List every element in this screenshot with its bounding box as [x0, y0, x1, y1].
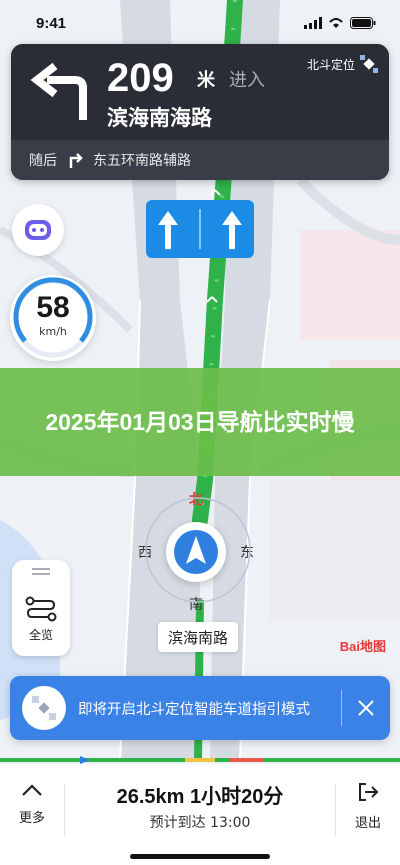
divider	[335, 784, 336, 836]
status-time: 9:41	[36, 14, 67, 32]
beidou-mode-banner[interactable]: 即将开启北斗定位智能车道指引模式	[10, 676, 390, 740]
then-instruction: 随后 东五环南路辅路	[11, 140, 389, 180]
divider	[64, 784, 65, 836]
voice-assistant-button[interactable]	[12, 204, 64, 256]
maneuver-panel: 209 米 进入 滨海南海路 北斗定位	[11, 44, 389, 140]
chevron-up-icon	[22, 784, 42, 796]
speed-value: 58	[36, 291, 70, 324]
vehicle-position	[166, 522, 226, 582]
assistant-robot-icon	[25, 220, 51, 240]
lane-guidance	[146, 200, 254, 258]
wifi-icon	[329, 18, 343, 28]
lane-straight-arrow-icon	[222, 211, 242, 249]
distance-value: 209	[107, 56, 174, 100]
positioning-label: 北斗定位	[306, 58, 355, 72]
battery-icon	[350, 17, 376, 29]
close-banner-button[interactable]	[342, 676, 390, 740]
speed-unit: km/h	[39, 325, 67, 338]
close-icon	[358, 700, 374, 716]
more-button[interactable]: 更多	[2, 782, 62, 826]
bottom-bar: 更多 26.5km 1小时20分 预计到达 13:00 退出	[0, 764, 400, 865]
then-road: 东五环南路辅路	[93, 153, 191, 169]
overview-button[interactable]: 全览	[12, 560, 70, 656]
then-label: 随后	[29, 153, 57, 169]
satellite-icon	[360, 55, 378, 73]
eta-text: 预计到达 13:00	[149, 815, 251, 831]
headline-text: 2025年01月03日导航比实时慢	[45, 409, 355, 435]
banner-text: 即将开启北斗定位智能车道指引模式	[78, 701, 310, 718]
signal-icon	[304, 17, 322, 29]
exit-label: 退出	[354, 816, 381, 831]
maneuver-action: 进入	[229, 70, 265, 91]
speedometer: 58 km/h	[10, 275, 96, 361]
route-overview-icon	[25, 596, 57, 622]
lane-straight-arrow-icon	[158, 211, 178, 249]
exit-button[interactable]: 退出	[338, 782, 398, 831]
map-logo: Bai地图	[339, 639, 386, 654]
navigation-arrow-icon	[174, 530, 218, 574]
turn-right-small-icon	[69, 153, 83, 168]
navigation-card[interactable]: 209 米 进入 滨海南海路 北斗定位 随后 东五环南路辅路	[11, 44, 389, 180]
route-progress-bar	[0, 756, 400, 764]
trip-summary: 26.5km 1小时20分	[116, 786, 284, 808]
exit-icon	[359, 783, 379, 801]
distance-unit: 米	[197, 70, 215, 91]
home-indicator	[130, 854, 270, 859]
current-road-label: 滨海南路	[158, 622, 239, 652]
satellite-icon	[22, 686, 66, 730]
status-icons	[304, 17, 376, 29]
more-label: 更多	[18, 811, 45, 826]
headline-overlay: 2025年01月03日导航比实时慢	[0, 368, 400, 476]
lane-divider	[199, 209, 201, 249]
overview-label: 全览	[28, 628, 53, 642]
status-bar: 9:41	[0, 0, 400, 46]
next-road-name: 滨海南海路	[107, 106, 212, 130]
turn-left-arrow-icon	[30, 62, 87, 120]
drag-handle-icon	[32, 568, 50, 570]
